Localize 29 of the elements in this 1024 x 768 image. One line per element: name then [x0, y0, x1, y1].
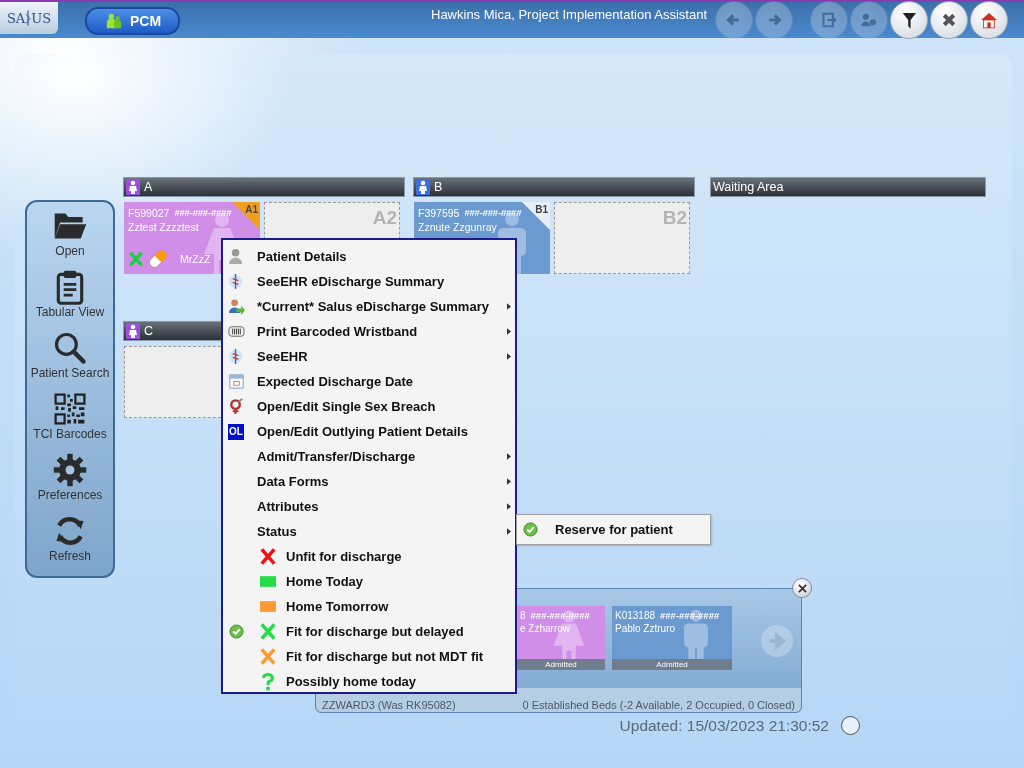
patient-name: e Zzharrow: [520, 623, 570, 634]
bed-label: B1: [535, 204, 548, 215]
nhs-number: ###-###-####: [174, 207, 232, 219]
logo: SA US: [0, 2, 58, 34]
patient-id: F599027: [128, 207, 170, 219]
user-name: Hawkins Mica, Project Implementation Assistant: [431, 6, 707, 22]
patient-title: MrZzZ: [180, 253, 211, 265]
patient-name: Zznute Zzgunray: [418, 221, 497, 233]
badge-icon: OL: [228, 423, 244, 440]
bed-label: A1: [245, 204, 258, 215]
patient-name: Pablo Zztruro: [615, 623, 676, 634]
bay-name: C: [144, 324, 154, 338]
nhs-number: ###-###-####: [530, 610, 590, 621]
updated-time: Updated: 15/03/2023 21:30:52: [619, 716, 829, 735]
bay-name: Waiting Area: [713, 180, 784, 194]
patient-id: F397595: [418, 207, 460, 219]
admission-status: Admitted: [612, 659, 732, 670]
bed-label: A2: [372, 207, 397, 229]
patient-id: 8: [520, 610, 526, 621]
admission-status: Admitted: [517, 659, 605, 670]
patient-name: Zztest Zzzztest: [128, 221, 199, 233]
bay-name: B: [434, 180, 443, 194]
bed-label: B2: [662, 207, 687, 229]
bed-summary: 0 Established Beds (-2 Available, 2 Occupied, 0 Closed): [522, 699, 795, 711]
nhs-number: ###-###-####: [464, 207, 522, 219]
nhs-number: ###-###-####: [660, 610, 720, 621]
ward-name: ZZWARD3 (Was RK95082): [322, 699, 456, 711]
bay-name: A: [144, 180, 153, 194]
patient-id: K013188: [615, 610, 656, 621]
